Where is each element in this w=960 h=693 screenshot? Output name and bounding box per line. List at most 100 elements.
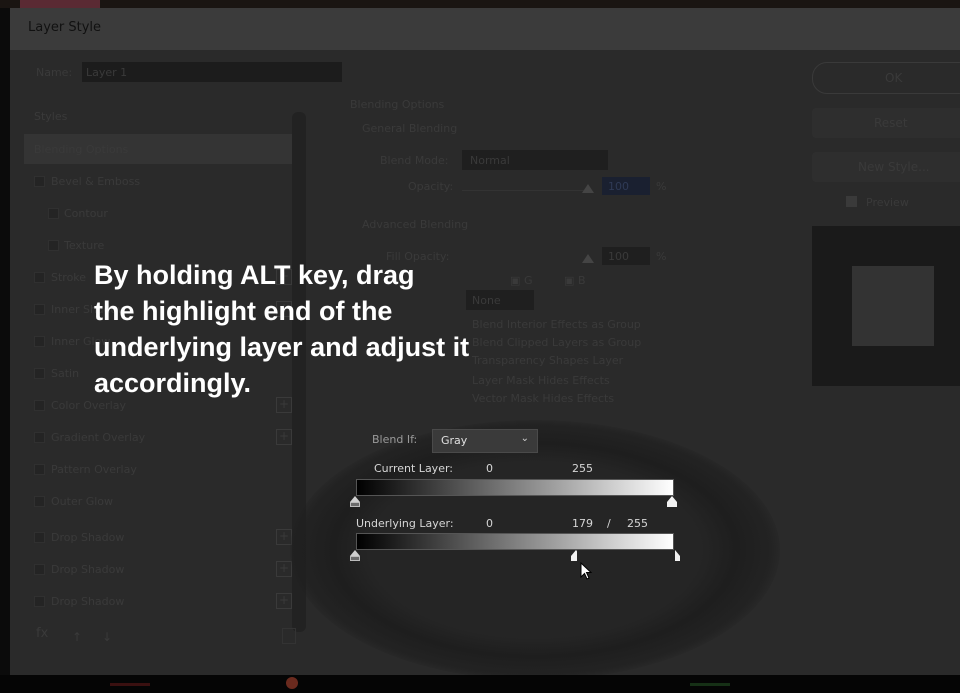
style-checkbox[interactable]	[34, 400, 45, 411]
style-item-label: Gradient Overlay	[51, 431, 146, 444]
style-item-label: Stroke	[51, 271, 87, 284]
style-item-outer-glow[interactable]: Outer Glow	[24, 486, 294, 516]
style-item-drop-shadow[interactable]: Drop Shadow +	[24, 554, 294, 584]
taskbar-dot-icon	[286, 677, 298, 689]
ok-label: OK	[885, 71, 903, 85]
opacity-slider-handle[interactable]	[582, 184, 594, 193]
taskbar-accent-green	[690, 683, 730, 686]
taskbar-accent-red	[110, 683, 150, 686]
preview-checkbox[interactable]	[846, 196, 857, 207]
current-layer-label: Current Layer:	[374, 462, 453, 475]
style-checkbox[interactable]	[34, 272, 45, 283]
style-checkbox[interactable]	[34, 432, 45, 443]
ok-button[interactable]: OK	[812, 62, 960, 94]
underlying-layer-separator: /	[607, 517, 611, 530]
current-layer-shadow-slider[interactable]	[350, 496, 361, 507]
style-item-label: Texture	[64, 239, 105, 252]
blend-if-value: Gray	[441, 434, 468, 447]
opacity-percent: %	[656, 180, 667, 193]
style-checkbox[interactable]	[34, 496, 45, 507]
opacity-value: 100	[608, 180, 629, 193]
style-item-label: Drop Shadow	[51, 563, 125, 576]
style-item-label: Outer Glow	[51, 495, 114, 508]
preview-label: Preview	[866, 196, 909, 209]
opacity-label: Opacity:	[408, 180, 454, 193]
trash-icon[interactable]	[282, 628, 296, 644]
style-checkbox[interactable]	[34, 532, 45, 543]
style-checkbox[interactable]	[34, 464, 45, 475]
style-checkbox[interactable]	[34, 176, 45, 187]
move-up-icon[interactable]: ↑	[72, 630, 82, 644]
chevron-down-icon: ⌄	[520, 433, 529, 444]
dialog-titlebar[interactable]: Layer Style	[10, 8, 960, 50]
spotlight-highlight	[290, 420, 780, 680]
dialog-title: Layer Style	[28, 20, 102, 35]
style-item-label: Drop Shadow	[51, 595, 125, 608]
add-style-plus-icon[interactable]: +	[276, 429, 292, 445]
underlying-layer-low-value: 0	[486, 517, 493, 530]
blend-if-select[interactable]: Gray ⌄	[432, 429, 538, 453]
style-checkbox[interactable]	[34, 336, 45, 347]
style-checkbox[interactable]	[34, 304, 45, 315]
move-down-icon[interactable]: ↓	[102, 630, 112, 644]
style-item-gradient-overlay[interactable]: Gradient Overlay +	[24, 422, 294, 452]
mouse-pointer-icon	[580, 562, 593, 580]
style-item-contour[interactable]: Contour	[24, 198, 294, 228]
reset-button[interactable]: Reset	[812, 108, 960, 138]
style-item-label: Bevel & Emboss	[51, 175, 141, 188]
instruction-caption: By holding ALT key, drag the highlight e…	[94, 257, 594, 401]
underlying-layer-label: Underlying Layer:	[356, 517, 454, 530]
style-checkbox[interactable]	[34, 564, 45, 575]
style-item-pattern-overlay[interactable]: Pattern Overlay	[24, 454, 294, 484]
background-app-accent	[20, 0, 100, 8]
style-item-blending-options[interactable]: Blending Options	[24, 134, 294, 164]
background-app-strip	[0, 0, 960, 8]
advanced-blending-heading: Advanced Blending	[362, 218, 469, 231]
name-label: Name:	[36, 66, 73, 79]
blend-if-label: Blend If:	[372, 433, 418, 446]
fill-opacity-value: 100	[608, 250, 629, 263]
background-taskbar	[0, 675, 960, 693]
reset-label: Reset	[874, 116, 908, 130]
caption-line-2: the highlight end of the	[94, 296, 393, 326]
opacity-slider[interactable]	[462, 190, 592, 191]
general-blending-heading: General Blending	[362, 122, 458, 135]
style-checkbox[interactable]	[34, 368, 45, 379]
underlying-layer-gradient-bar	[356, 533, 674, 550]
add-style-plus-icon[interactable]: +	[276, 593, 292, 609]
style-item-drop-shadow[interactable]: Drop Shadow +	[24, 586, 294, 616]
style-item-label: Drop Shadow	[51, 531, 125, 544]
caption-line-1: By holding ALT key, drag	[94, 260, 415, 290]
fx-icon[interactable]: fx	[36, 626, 48, 641]
blend-mode-value: Normal	[470, 154, 510, 167]
underlying-layer-highlight-split-left[interactable]	[571, 550, 577, 561]
current-layer-low-value: 0	[486, 462, 493, 475]
new-style-button[interactable]: New Style...	[812, 152, 960, 182]
current-layer-gradient-bar	[356, 479, 674, 496]
style-item-label: Pattern Overlay	[51, 463, 137, 476]
style-item-drop-shadow[interactable]: Drop Shadow +	[24, 522, 294, 552]
style-item-label: Contour	[64, 207, 108, 220]
preview-swatch	[852, 266, 934, 346]
underlying-layer-shadow-slider[interactable]	[350, 550, 361, 561]
blending-options-heading: Blending Options	[350, 98, 445, 111]
current-layer-highlight-slider[interactable]	[667, 496, 678, 507]
new-style-label: New Style...	[858, 160, 930, 174]
fill-opacity-percent: %	[656, 250, 667, 263]
styles-header[interactable]: Styles	[34, 110, 67, 123]
underlying-layer-highlight-split-right[interactable]	[675, 550, 681, 561]
style-checkbox[interactable]	[34, 596, 45, 607]
underlying-layer-split-high-value: 255	[627, 517, 648, 530]
name-value: Layer 1	[86, 66, 128, 79]
caption-line-3: underlying layer and adjust it	[94, 332, 470, 362]
blend-mode-label: Blend Mode:	[380, 154, 449, 167]
current-layer-high-value: 255	[572, 462, 593, 475]
underlying-layer-split-low-value: 179	[572, 517, 593, 530]
style-item-bevel-emboss[interactable]: Bevel & Emboss	[24, 166, 294, 196]
style-checkbox[interactable]	[48, 208, 59, 219]
style-item-label: Blending Options	[34, 143, 129, 156]
caption-line-4: accordingly.	[94, 368, 252, 398]
add-style-plus-icon[interactable]: +	[276, 561, 292, 577]
style-checkbox[interactable]	[48, 240, 59, 251]
style-item-texture[interactable]: Texture	[24, 230, 294, 260]
